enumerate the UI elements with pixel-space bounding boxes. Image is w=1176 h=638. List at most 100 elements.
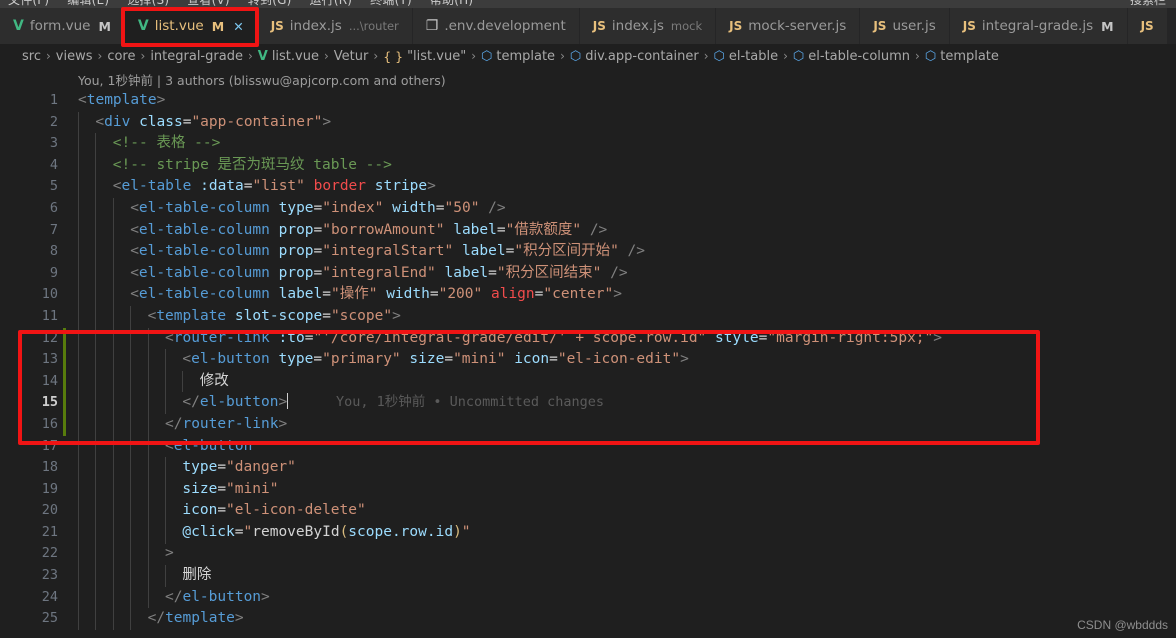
code-token: width bbox=[386, 286, 430, 303]
editor-tab-label: .env.development bbox=[444, 18, 566, 34]
line-number: 12 bbox=[41, 329, 58, 346]
breadcrumb-item-template[interactable]: ⬡ template bbox=[925, 49, 999, 64]
code-line[interactable]: 2 <div class="app-container"> bbox=[0, 112, 1176, 134]
code-line[interactable]: 1 <template> bbox=[0, 90, 1176, 112]
code-token: slot-scope bbox=[234, 307, 323, 324]
code-line[interactable]: 23 删除 bbox=[0, 565, 1176, 587]
editor-tab-integral-grade-js[interactable]: JS integral-grade.js M bbox=[949, 8, 1128, 44]
editor-tab-list-vue[interactable]: Vlist.vue M ✕ bbox=[124, 8, 258, 44]
breadcrumb-item-label: views bbox=[55, 48, 93, 64]
breadcrumb-item-el-table[interactable]: ⬡ el-table bbox=[714, 49, 779, 64]
code-lines[interactable]: 1 <template> 2 <div class="app-container"> 3… bbox=[0, 90, 1176, 630]
breadcrumb-item-list-vue[interactable]: Vlist.vue bbox=[258, 49, 319, 64]
code-line[interactable]: 12 <router-link :to="'/core/integral-grad… bbox=[0, 327, 1176, 350]
code-line[interactable]: 14 修改 bbox=[0, 370, 1176, 393]
code-editor[interactable]: 1 <template> 2 <div class="app-container"> 3… bbox=[0, 90, 1176, 638]
code-token: = bbox=[313, 351, 323, 368]
breadcrumb-item-el-table-column[interactable]: ⬡ el-table-column bbox=[793, 49, 910, 64]
code-line[interactable]: 15 </el-button> You, 1秒钟前 • Uncommitted c… bbox=[0, 392, 1176, 414]
editor-tab-index-js[interactable]: JS index.js mock bbox=[579, 8, 717, 44]
code-line[interactable]: 22 > bbox=[0, 543, 1176, 565]
editor-tab-index-js[interactable]: JS index.js ...\router bbox=[257, 8, 413, 44]
editor-tab-mock-server-js[interactable]: JS mock-server.js bbox=[716, 8, 861, 44]
code-line-content: 删除 bbox=[182, 565, 211, 587]
code-token: icon bbox=[514, 351, 550, 368]
code-line[interactable]: 18 type="danger" bbox=[0, 457, 1176, 479]
code-line[interactable]: 7 <el-table-column prop="borrowAmount" la… bbox=[0, 220, 1176, 242]
code-line[interactable]: 9 <el-table-column prop="integralEnd" lab… bbox=[0, 263, 1176, 285]
editor-tab-overflow[interactable]: JS bbox=[1127, 8, 1168, 44]
code-line[interactable]: 13 <el-button type="primary" size="mini" … bbox=[0, 349, 1176, 371]
breadcrumb-item-label: list.vue bbox=[271, 48, 319, 64]
code-line-content: <el-table-column type="index" width="50"… bbox=[130, 198, 505, 220]
close-icon[interactable]: ✕ bbox=[233, 19, 243, 34]
code-line[interactable]: 3 <!-- 表格 --> bbox=[0, 133, 1176, 155]
code-token: ) bbox=[453, 523, 462, 540]
code-line-content: <el-button bbox=[165, 436, 252, 458]
code-token: 删除 bbox=[182, 567, 212, 584]
breadcrumb-item-integral-grade[interactable]: integral-grade bbox=[150, 49, 243, 64]
line-number: 4 bbox=[49, 156, 58, 173]
line-number: 19 bbox=[41, 480, 58, 497]
code-line-content: <el-table-column prop="integralEnd" labe… bbox=[130, 263, 627, 285]
code-token: label bbox=[278, 286, 323, 303]
breadcrumb-item-div-app-container[interactable]: ⬡ div.app-container bbox=[570, 49, 699, 64]
vue-icon: V bbox=[257, 48, 268, 64]
editor-tab-env-development[interactable]: ❐ .env.development bbox=[412, 8, 580, 44]
code-line-content: size="mini" bbox=[182, 479, 278, 501]
code-line-content: 修改 bbox=[200, 371, 229, 393]
breadcrumb-item-template[interactable]: ⬡ template bbox=[481, 49, 555, 64]
code-token: > bbox=[278, 394, 288, 411]
line-number: 24 bbox=[41, 588, 58, 605]
breadcrumb-item-label: "list.vue" bbox=[407, 48, 467, 64]
menu-bar-right[interactable]: 搜索栏 bbox=[1130, 0, 1166, 8]
breadcrumb-item-label: src bbox=[22, 48, 41, 64]
breadcrumb-item-views[interactable]: views bbox=[56, 49, 93, 64]
code-token: ( bbox=[339, 523, 349, 540]
code-token: router-link bbox=[182, 415, 279, 432]
menu-bar-items[interactable]: 文件(F) 编辑(E) 选择(S) 查看(V) 转到(G) 运行(R) 终端(T) 帮助(H) bbox=[8, 0, 491, 8]
code-token: /> bbox=[488, 199, 506, 216]
line-number: 8 bbox=[49, 243, 58, 260]
breadcrumb-item-src[interactable]: src bbox=[22, 49, 41, 64]
breadcrumb-separator: › bbox=[323, 49, 329, 63]
code-token: prop bbox=[278, 243, 314, 260]
code-token: stripe bbox=[374, 178, 428, 195]
code-token: > bbox=[322, 113, 332, 130]
code-line[interactable]: 4 <!-- stripe 是否为斑马纹 table --> bbox=[0, 155, 1176, 177]
code-line[interactable]: 21 @click="removeById(scope.row.id)" bbox=[0, 522, 1176, 544]
editor-tab-label: mock-server.js bbox=[748, 18, 847, 34]
code-line[interactable]: 11 <template slot-scope="scope"> bbox=[0, 306, 1176, 328]
code-token: = bbox=[496, 221, 506, 238]
breadcrumb-item-list-vue[interactable]: { } "list.vue" bbox=[383, 49, 466, 64]
code-line[interactable]: 19 size="mini" bbox=[0, 479, 1176, 501]
editor-tab-user-js[interactable]: JS user.js bbox=[860, 8, 950, 44]
code-token: " bbox=[243, 523, 253, 540]
code-line[interactable]: 17 <el-button bbox=[0, 436, 1176, 458]
code-token: el-button bbox=[191, 351, 270, 368]
code-line[interactable]: 6 <el-table-column type="index" width="50… bbox=[0, 198, 1176, 220]
breadcrumb-item-label: Vetur bbox=[333, 48, 369, 64]
code-token: "margin-right:5px;" bbox=[767, 329, 934, 346]
code-line[interactable]: 20 icon="el-icon-delete" bbox=[0, 500, 1176, 522]
code-token: <!-- stripe 是否为斑马纹 table --> bbox=[112, 156, 392, 173]
breadcrumb-item-core[interactable]: core bbox=[107, 49, 135, 64]
code-token: label bbox=[444, 264, 489, 281]
code-token: "el-icon-edit" bbox=[557, 351, 681, 368]
code-line[interactable]: 16 </router-link> bbox=[0, 413, 1176, 436]
code-line[interactable]: 25 </template> bbox=[0, 608, 1176, 630]
code-line[interactable]: 10 <el-table-column label="操作" width="200… bbox=[0, 284, 1176, 306]
code-line[interactable]: 8 <el-table-column prop="integralStart" l… bbox=[0, 241, 1176, 263]
editor-tab-form-vue[interactable]: Vform.vue M bbox=[0, 8, 125, 44]
code-token: "积分区间结束" bbox=[496, 264, 602, 281]
breadcrumb-item-vetur[interactable]: Vetur bbox=[334, 49, 369, 64]
breadcrumb[interactable]: src › views › core › integral-grade › Vlist.vue ›… bbox=[0, 44, 1176, 68]
breadcrumb-item-label: div.app-container bbox=[585, 48, 699, 64]
code-line[interactable]: 5 <el-table :data="list" border stripe> bbox=[0, 176, 1176, 198]
code-line[interactable]: 24 </el-button> bbox=[0, 587, 1176, 609]
code-line-content: > bbox=[165, 543, 174, 565]
